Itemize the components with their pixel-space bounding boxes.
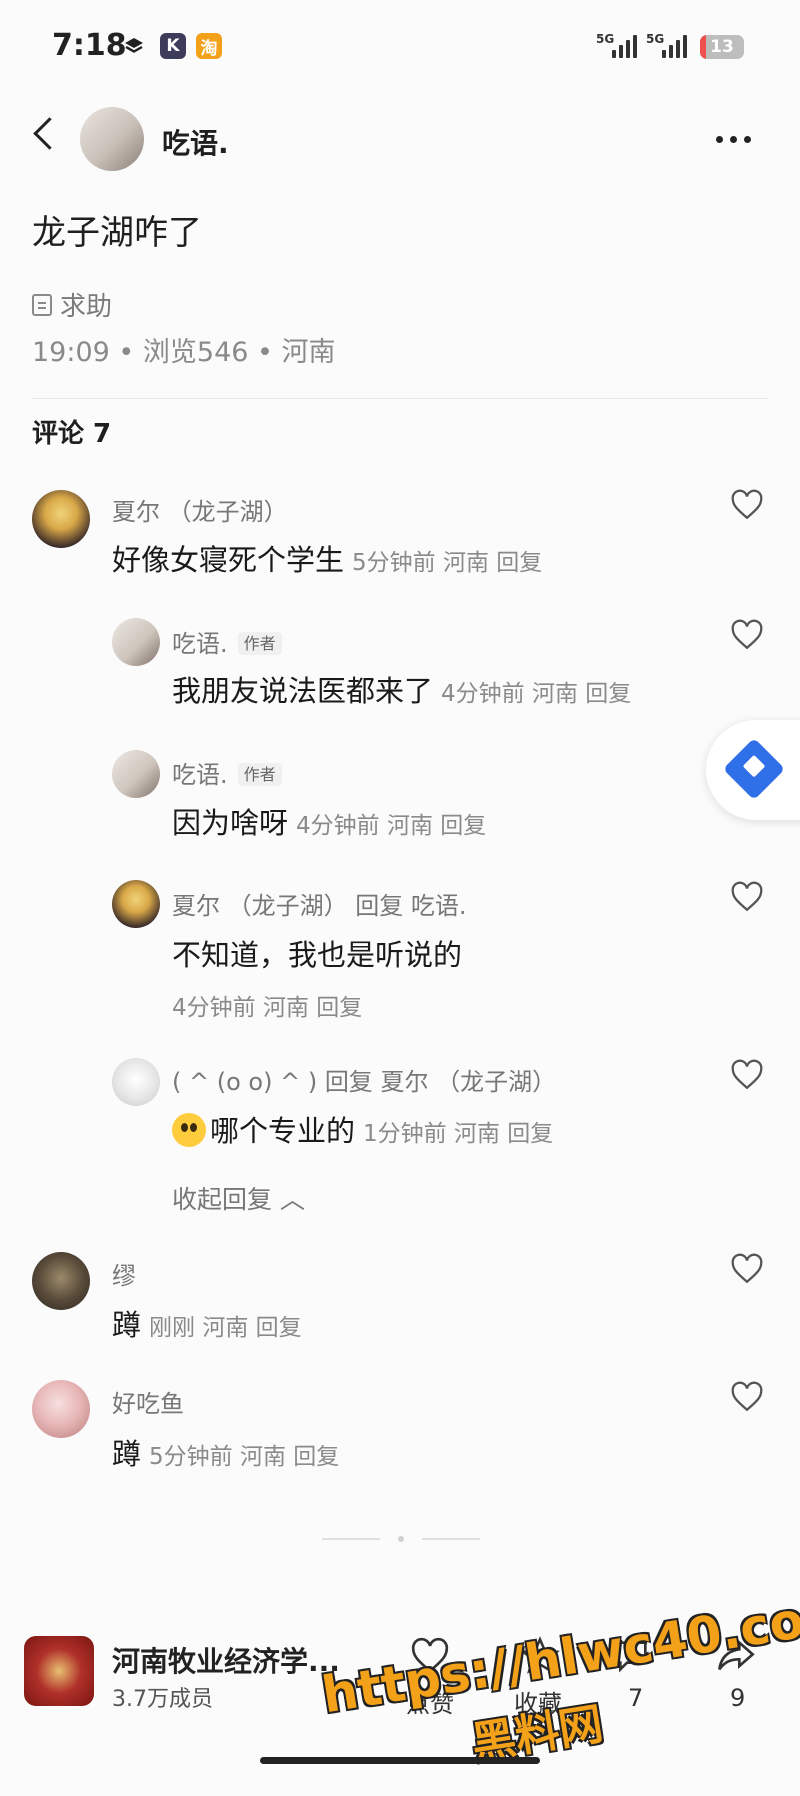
back-arrow-icon[interactable]	[33, 117, 66, 150]
home-indicator[interactable]	[260, 1757, 540, 1764]
heart-icon[interactable]	[730, 618, 764, 652]
commenter-avatar[interactable]	[112, 880, 160, 928]
comment[interactable]: 我朋友说法医都来了 4分钟前 河南 回复	[172, 668, 631, 710]
commenter-name[interactable]: 缪	[112, 1256, 136, 1291]
commenter-avatar[interactable]	[112, 750, 160, 798]
divider	[32, 398, 768, 399]
comment[interactable]: 蹲 5分钟前 河南 回复	[112, 1431, 339, 1473]
commenter-avatar[interactable]	[112, 618, 160, 666]
heart-icon[interactable]	[730, 880, 764, 914]
comment-text: 蹲	[112, 1308, 142, 1342]
comment[interactable]: 蹲刚刚 河南 回复	[112, 1302, 302, 1344]
author-name[interactable]: 吃语.	[162, 122, 229, 162]
post-tag[interactable]: 求助	[32, 286, 112, 323]
comment-meta: 5分钟前 河南 回复	[149, 1444, 340, 1470]
topic-icon	[32, 293, 52, 316]
author-badge: 作者	[237, 632, 282, 655]
comment-text: 哪个专业的	[210, 1114, 356, 1148]
author-badge: 作者	[237, 763, 282, 786]
comment-text: 好像女寝死个学生	[112, 543, 345, 577]
comment[interactable]: 好像女寝死个学生 5分钟前 河南 回复	[112, 537, 542, 579]
more-dots-icon[interactable]	[716, 136, 751, 143]
commenter-name[interactable]: 夏尔 （龙子湖）	[112, 492, 288, 527]
comment[interactable]: 哪个专业的 1分钟前 河南 回复	[172, 1108, 553, 1150]
group-members: 3.7万成员	[112, 1687, 213, 1712]
comment-text[interactable]: 不知道，我也是听说的	[172, 932, 462, 974]
post-meta: 19:09 • 浏览546 • 河南	[32, 337, 336, 368]
post-title: 龙子湖咋了	[32, 213, 202, 253]
commenter-name[interactable]: 好吃鱼	[112, 1384, 184, 1419]
layers-icon	[124, 36, 144, 56]
comment-meta: 5分钟前 河南 回复	[352, 550, 543, 576]
k-app-icon: K	[160, 33, 186, 59]
comment-meta: 4分钟前 河南 回复	[441, 681, 632, 707]
commenter-name: 吃语.	[172, 761, 228, 789]
comment[interactable]: 因为啥呀 4分钟前 河南 回复	[172, 800, 486, 842]
heart-icon[interactable]	[730, 1058, 764, 1092]
heart-icon[interactable]	[730, 488, 764, 522]
comments-count: 评论 7	[32, 419, 112, 449]
battery-percent: 13	[710, 37, 734, 57]
commenter-name: 吃语.	[172, 630, 228, 658]
comment-meta: 1分钟前 河南 回复	[363, 1121, 554, 1147]
commenter-name[interactable]: 夏尔 （龙子湖） 回复 吃语.	[172, 886, 467, 921]
status-time: 7:18	[52, 28, 127, 63]
end-of-list-indicator	[322, 1536, 480, 1542]
commenter-avatar[interactable]	[32, 1380, 90, 1438]
signal-bars-icon	[662, 34, 687, 58]
battery-indicator: 13	[700, 35, 744, 59]
post-tag-label: 求助	[60, 292, 113, 322]
group-name[interactable]: 河南牧业经济学...	[112, 1640, 340, 1680]
collapse-replies-button[interactable]: 收起回复 ︿	[172, 1180, 305, 1216]
commenter-avatar[interactable]	[112, 1058, 160, 1106]
comment-text: 因为啥呀	[172, 806, 289, 840]
taobao-icon: 淘	[196, 33, 222, 59]
comment-meta: 4分钟前 河南 回复	[296, 813, 487, 839]
commenter-avatar[interactable]	[32, 1252, 90, 1310]
floating-action-button[interactable]	[706, 720, 800, 820]
comment-text: 我朋友说法医都来了	[172, 674, 434, 708]
group-logo[interactable]	[24, 1636, 94, 1706]
author-avatar[interactable]	[80, 107, 144, 171]
commenter-name-row[interactable]: 吃语. 作者	[172, 624, 282, 659]
comment-meta: 4分钟前 河南 回复	[172, 995, 363, 1021]
heart-icon[interactable]	[730, 1380, 764, 1414]
commenter-name-row[interactable]: 吃语. 作者	[172, 755, 282, 790]
commenter-name[interactable]: ( ^ (o o) ^ ) 回复 夏尔 （龙子湖）	[172, 1062, 556, 1097]
shocked-emoji-icon	[172, 1113, 206, 1147]
comment-text: 蹲	[112, 1437, 142, 1471]
cube-icon	[722, 737, 786, 801]
heart-icon[interactable]	[730, 1252, 764, 1286]
comment-meta: 刚刚 河南 回复	[149, 1315, 302, 1341]
commenter-avatar[interactable]	[32, 490, 90, 548]
signal-bars-icon	[612, 34, 637, 58]
